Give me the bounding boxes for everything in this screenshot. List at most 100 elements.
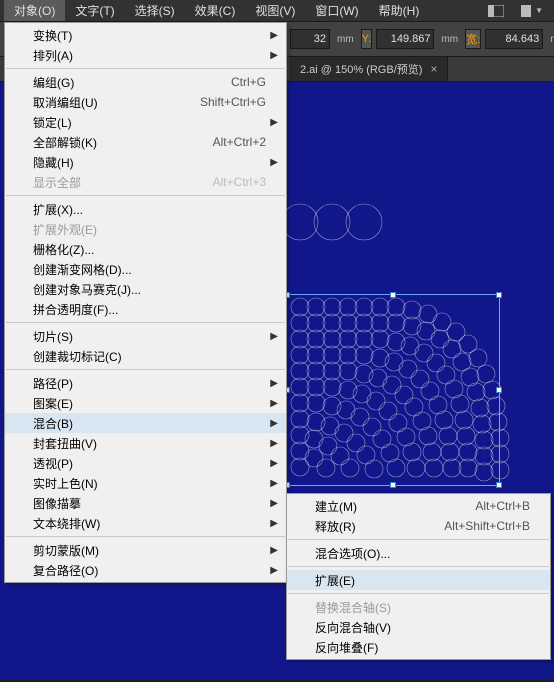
menu-item[interactable]: 混合选项(O)... [287,543,550,563]
menu-item-label: 封套扭曲(V) [33,435,266,452]
menu-separator [6,68,285,69]
menu-item-label: 释放(R) [315,518,444,535]
menu-item[interactable]: 混合(B) ▶ [5,413,286,433]
x-unit: mm [334,34,357,45]
submenu-arrow-icon: ▶ [270,30,278,41]
menu-item-label: 栅格化(Z)... [33,241,266,258]
menu-item[interactable]: 栅格化(Z)... [5,239,286,259]
menu-item[interactable]: 复合路径(O) ▶ [5,560,286,580]
menu-shortcut: Alt+Ctrl+2 [213,135,266,149]
blend-submenu: 建立(M)Alt+Ctrl+B释放(R)Alt+Shift+Ctrl+B混合选项… [286,493,551,660]
menu-item-label: 混合选项(O)... [315,545,530,562]
menu-help[interactable]: 帮助(H) [369,0,430,21]
menu-shortcut: Alt+Shift+Ctrl+B [444,519,530,533]
menu-item[interactable]: 剪切蒙版(M) ▶ [5,540,286,560]
menu-separator [288,593,549,594]
menu-item-label: 剪切蒙版(M) [33,542,266,559]
menu-item[interactable]: 实时上色(N)▶ [5,473,286,493]
menu-select[interactable]: 选择(S) [125,0,185,21]
selection-handle-e[interactable] [496,387,502,393]
menu-item[interactable]: 编组(G)Ctrl+G [5,72,286,92]
submenu-arrow-icon: ▶ [270,398,278,409]
menu-item-label: 实时上色(N) [33,475,266,492]
submenu-arrow-icon: ▶ [270,438,278,449]
menu-shortcut: Alt+Ctrl+3 [213,175,266,189]
submenu-arrow-icon: ▶ [270,518,278,529]
menu-item-label: 建立(M) [315,498,475,515]
menu-item-label: 拼合透明度(F)... [33,301,266,318]
menu-item-label: 透视(P) [33,455,266,472]
submenu-arrow-icon: ▶ [270,50,278,61]
menu-item[interactable]: 创建渐变网格(D)... [5,259,286,279]
menu-item-label: 创建裁切标记(C) [33,348,266,365]
menu-type[interactable]: 文字(T) [65,0,124,21]
w-unit: mm [547,34,554,45]
menu-item[interactable]: 图案(E)▶ [5,393,286,413]
selection-handle-n[interactable] [390,292,396,298]
menu-item-label: 取消编组(U) [33,94,200,111]
menu-effect[interactable]: 效果(C) [185,0,246,21]
menu-object[interactable]: 对象(O) [4,0,65,21]
submenu-arrow-icon: ▶ [270,157,278,168]
menu-item[interactable]: 图像描摹 ▶ [5,493,286,513]
submenu-arrow-icon: ▶ [270,418,278,429]
selection-handle-s[interactable] [390,482,396,488]
submenu-arrow-icon: ▶ [270,565,278,576]
menu-item-label: 复合路径(O) [33,562,266,579]
menu-item-label: 切片(S) [33,328,266,345]
w-input[interactable] [485,29,543,49]
selection-handle-se[interactable] [496,482,502,488]
menu-item[interactable]: 反向堆叠(F) [287,637,550,657]
menu-item[interactable]: 扩展(X)... [5,199,286,219]
menu-item: 显示全部Alt+Ctrl+3 [5,172,286,192]
menu-item[interactable]: 路径(P)▶ [5,373,286,393]
menu-item[interactable]: 全部解锁(K)Alt+Ctrl+2 [5,132,286,152]
y-unit: mm [438,34,461,45]
y-input[interactable] [376,29,434,49]
selection-frame[interactable] [286,294,500,486]
menu-view[interactable]: 视图(V) [245,0,305,21]
layout-icon[interactable] [485,3,507,19]
menu-item: 扩展外观(E) [5,219,286,239]
w-label: 宽: [465,29,481,49]
menu-item[interactable]: 透视(P) ▶ [5,453,286,473]
close-icon[interactable]: × [430,62,437,76]
menu-separator [6,536,285,537]
tab-title: 2.ai @ 150% (RGB/预览) [300,61,422,77]
submenu-arrow-icon: ▶ [270,378,278,389]
menu-item[interactable]: 反向混合轴(V) [287,617,550,637]
menu-separator [288,566,549,567]
menu-item-label: 混合(B) [33,415,266,432]
submenu-arrow-icon: ▶ [270,458,278,469]
document-tab[interactable]: 2.ai @ 150% (RGB/预览) × [290,57,448,81]
menu-item[interactable]: 取消编组(U)Shift+Ctrl+G [5,92,286,112]
menu-item[interactable]: 锁定(L)▶ [5,112,286,132]
menu-item[interactable]: 切片(S) ▶ [5,326,286,346]
menu-item-label: 文本绕排(W) [33,515,266,532]
menu-window[interactable]: 窗口(W) [305,0,368,21]
menu-item[interactable]: 扩展(E) [287,570,550,590]
arrange-icon[interactable]: ▼ [521,3,543,19]
menu-item-label: 图像描摹 [33,495,266,512]
menu-item[interactable]: 隐藏(H)▶ [5,152,286,172]
menu-item-label: 扩展(X)... [33,201,266,218]
menu-item[interactable]: 创建对象马赛克(J)... [5,279,286,299]
menu-item-label: 反向堆叠(F) [315,639,530,656]
menu-item[interactable]: 文本绕排(W) ▶ [5,513,286,533]
selection-handle-ne[interactable] [496,292,502,298]
submenu-arrow-icon: ▶ [270,331,278,342]
menubar: 对象(O) 文字(T) 选择(S) 效果(C) 视图(V) 窗口(W) 帮助(H… [0,0,554,22]
x-input[interactable] [290,29,330,49]
menu-item[interactable]: 拼合透明度(F)... [5,299,286,319]
object-menu: 变换(T)▶排列(A)▶编组(G)Ctrl+G取消编组(U)Shift+Ctrl… [4,22,287,583]
submenu-arrow-icon: ▶ [270,545,278,556]
submenu-arrow-icon: ▶ [270,498,278,509]
menu-item-label: 变换(T) [33,27,266,44]
menu-item[interactable]: 排列(A)▶ [5,45,286,65]
menu-item[interactable]: 释放(R)Alt+Shift+Ctrl+B [287,516,550,536]
menu-item[interactable]: 变换(T) ▶ [5,25,286,45]
menu-separator [288,539,549,540]
menu-item[interactable]: 建立(M)Alt+Ctrl+B [287,496,550,516]
menu-item[interactable]: 创建裁切标记(C) [5,346,286,366]
menu-item[interactable]: 封套扭曲(V) ▶ [5,433,286,453]
